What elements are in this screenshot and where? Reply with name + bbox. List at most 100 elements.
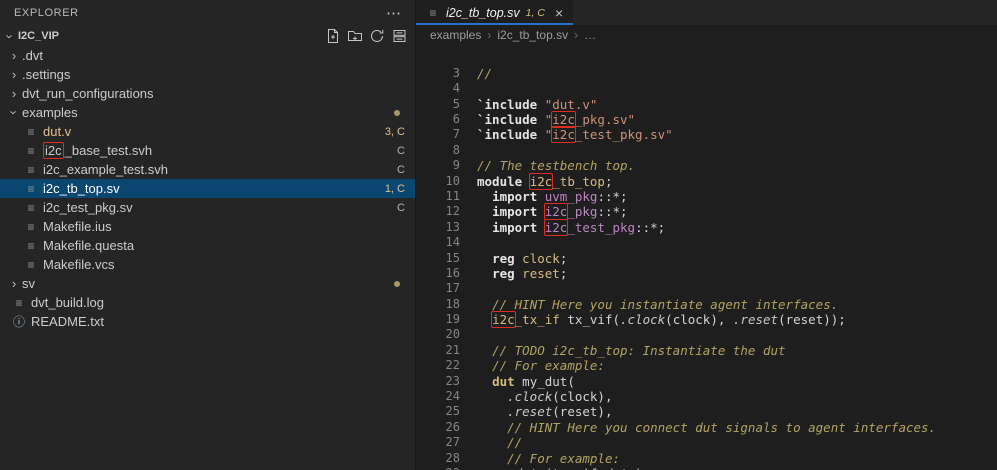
- line-text: `include "i2c_test_pkg.sv": [477, 127, 673, 142]
- line-text: // TODO i2c_tb_top: Instantiate the dut: [477, 343, 786, 358]
- code-token: "dut.v": [544, 96, 598, 112]
- tab-i2c-tb-top-sv[interactable]: ≡ i2c_tb_top.sv 1, C ×: [416, 0, 574, 25]
- breadcrumb-item[interactable]: examples: [430, 28, 481, 42]
- code-line-17[interactable]: 17: [416, 281, 997, 296]
- line-number: 13: [445, 219, 460, 234]
- code-line-20[interactable]: 20: [416, 327, 997, 342]
- code-token: ;: [604, 173, 613, 189]
- error-highlight: i2c: [45, 143, 62, 158]
- code-token: (reset),: [552, 404, 613, 420]
- item-label: README.txt: [31, 314, 104, 329]
- line-number: 15: [445, 250, 460, 265]
- code-line-18[interactable]: 18 // HINT Here you instantiate agent in…: [416, 297, 997, 312]
- tree-file-i2c-test-pkg-sv[interactable]: ≡ i2c_test_pkg.sv C: [0, 198, 415, 217]
- code-line-16[interactable]: 16 reg reset;: [416, 266, 997, 281]
- error-highlight: i2c: [544, 204, 568, 220]
- code-line-19[interactable]: 19 i2c_tx_if tx_vif(.clock(clock), .rese…: [416, 312, 997, 327]
- code-line-28[interactable]: 28 // For example:: [416, 451, 997, 466]
- code-line-11[interactable]: 11 import uvm_pkg::*;: [416, 189, 997, 204]
- new-folder-button[interactable]: [345, 26, 365, 46]
- tree-file-dvt-build-log[interactable]: ≡ dvt_build.log: [0, 293, 415, 312]
- tree-file-i2c-tb-top-sv[interactable]: ≡ i2c_tb_top.sv 1, C: [0, 179, 415, 198]
- code-line-14[interactable]: 14: [416, 235, 997, 250]
- code-line-9[interactable]: 9 // The testbench top.: [416, 158, 997, 173]
- code-line-13[interactable]: 13 import i2c_test_pkg::*;: [416, 220, 997, 235]
- code-line-8[interactable]: 8: [416, 143, 997, 158]
- line-text: .reset(reset),: [477, 404, 612, 419]
- tree-folder-dvt-run-configurations[interactable]: › dvt_run_configurations: [0, 84, 415, 103]
- item-label: sv: [22, 276, 35, 291]
- line-number: 23: [445, 373, 460, 388]
- line-number: 21: [445, 342, 460, 357]
- code-line-10[interactable]: 10 module i2c_tb_top;: [416, 174, 997, 189]
- code-line-25[interactable]: 25 .reset(reset),: [416, 404, 997, 419]
- code-line-22[interactable]: 22 // For example:: [416, 358, 997, 373]
- error-highlight: i2c: [544, 219, 568, 235]
- tree-file-makefile-questa[interactable]: ≡ Makefile.questa: [0, 236, 415, 255]
- new-file-button[interactable]: [323, 26, 343, 46]
- code-token: import: [492, 204, 545, 220]
- line-number: 29: [416, 466, 460, 470]
- code-line-5[interactable]: 5 `include "dut.v": [416, 97, 997, 112]
- breadcrumb-item[interactable]: i2c_tb_top.sv: [497, 28, 568, 42]
- line-number: 7: [452, 127, 460, 142]
- code-line-21[interactable]: 21 // TODO i2c_tb_top: Instantiate the d…: [416, 343, 997, 358]
- code-token: `include: [477, 127, 545, 143]
- code-line-15[interactable]: 15 reg clock;: [416, 251, 997, 266]
- tree-file-readme-txt[interactable]: ⓘ README.txt: [0, 312, 415, 331]
- code-line-26[interactable]: 26 // HINT Here you connect dut signals …: [416, 420, 997, 435]
- line-text: import i2c_pkg::*;: [477, 204, 627, 220]
- code-line-7[interactable]: 7 `include "i2c_test_pkg.sv": [416, 127, 997, 142]
- code-line-29[interactable]: 29 .data(tx_vif.data): [416, 466, 997, 470]
- close-icon[interactable]: ×: [555, 6, 563, 20]
- tree-folder-dvt[interactable]: › .dvt: [0, 46, 415, 65]
- code-token: (tx_vif: [545, 466, 598, 470]
- code-token: ::*;: [635, 219, 666, 235]
- line-text: module i2c_tb_top;: [477, 174, 612, 189]
- tree-folder-sv[interactable]: › sv: [0, 274, 415, 293]
- code-line-6[interactable]: 6 `include "i2c_pkg.sv": [416, 112, 997, 127]
- file-icon: ≡: [27, 181, 35, 196]
- line-text: reg reset;: [477, 266, 567, 281]
- tree-file-i2c-example-test-svh[interactable]: ≡ i2c_example_test.svh C: [0, 160, 415, 179]
- code-token: _pkg: [567, 204, 598, 220]
- code-token: .reset: [732, 312, 779, 328]
- tree-file-i2c-base-test-svh[interactable]: ≡ i2c _base_test.svh C: [0, 141, 415, 160]
- more-actions-icon[interactable]: ⋯: [386, 6, 401, 21]
- code-token: _test_pkg: [567, 219, 636, 235]
- refresh-button[interactable]: [367, 26, 387, 46]
- code-line-24[interactable]: 24 .clock(clock),: [416, 389, 997, 404]
- code-token: // TODO i2c_tb_top: Instantiate the dut: [492, 342, 786, 358]
- compile-status-badge: C: [397, 201, 405, 214]
- code-token: ): [635, 466, 643, 470]
- line-number: 4: [452, 81, 460, 96]
- tree-file-makefile-ius[interactable]: ≡ Makefile.ius: [0, 217, 415, 236]
- code-editor[interactable]: 3 // 4 5 `include "dut.v" 6 `include "i2c_pkg.…: [416, 45, 997, 470]
- line-number: 10: [445, 173, 460, 188]
- code-token: `include: [477, 111, 545, 127]
- line-text: // For example:: [477, 358, 605, 373]
- code-line-23[interactable]: 23 dut my_dut(: [416, 374, 997, 389]
- workspace-section-header[interactable]: › I2C_VIP: [0, 26, 415, 46]
- line-text: //: [477, 66, 492, 81]
- code-token: _test_pkg.sv": [574, 127, 673, 143]
- code-line-4[interactable]: 4: [416, 81, 997, 96]
- tree-folder-examples[interactable]: › examples: [0, 103, 415, 122]
- breadcrumb-item[interactable]: …: [584, 28, 596, 42]
- file-icon: ≡: [27, 143, 35, 158]
- breadcrumbs: examples › i2c_tb_top.sv ›…: [416, 25, 997, 45]
- explorer-sidebar: EXPLORER ⋯ › I2C_VIP › .dvt › .settings …: [0, 0, 416, 470]
- collapse-all-button[interactable]: [389, 26, 409, 46]
- tree-file-dut-v[interactable]: ≡ dut.v 3, C: [0, 122, 415, 141]
- code-line-27[interactable]: 27 //: [416, 435, 997, 450]
- item-label: i2c_example_test.svh: [43, 162, 169, 177]
- tree-file-makefile-vcs[interactable]: ≡ Makefile.vcs: [0, 255, 415, 274]
- chevron-right-icon: ›: [11, 67, 17, 82]
- code-line-3[interactable]: 3 //: [416, 66, 997, 81]
- tree-folder-settings[interactable]: › .settings: [0, 65, 415, 84]
- code-line-12[interactable]: 12 import i2c_pkg::*;: [416, 204, 997, 219]
- compile-status-badge: C: [397, 144, 405, 157]
